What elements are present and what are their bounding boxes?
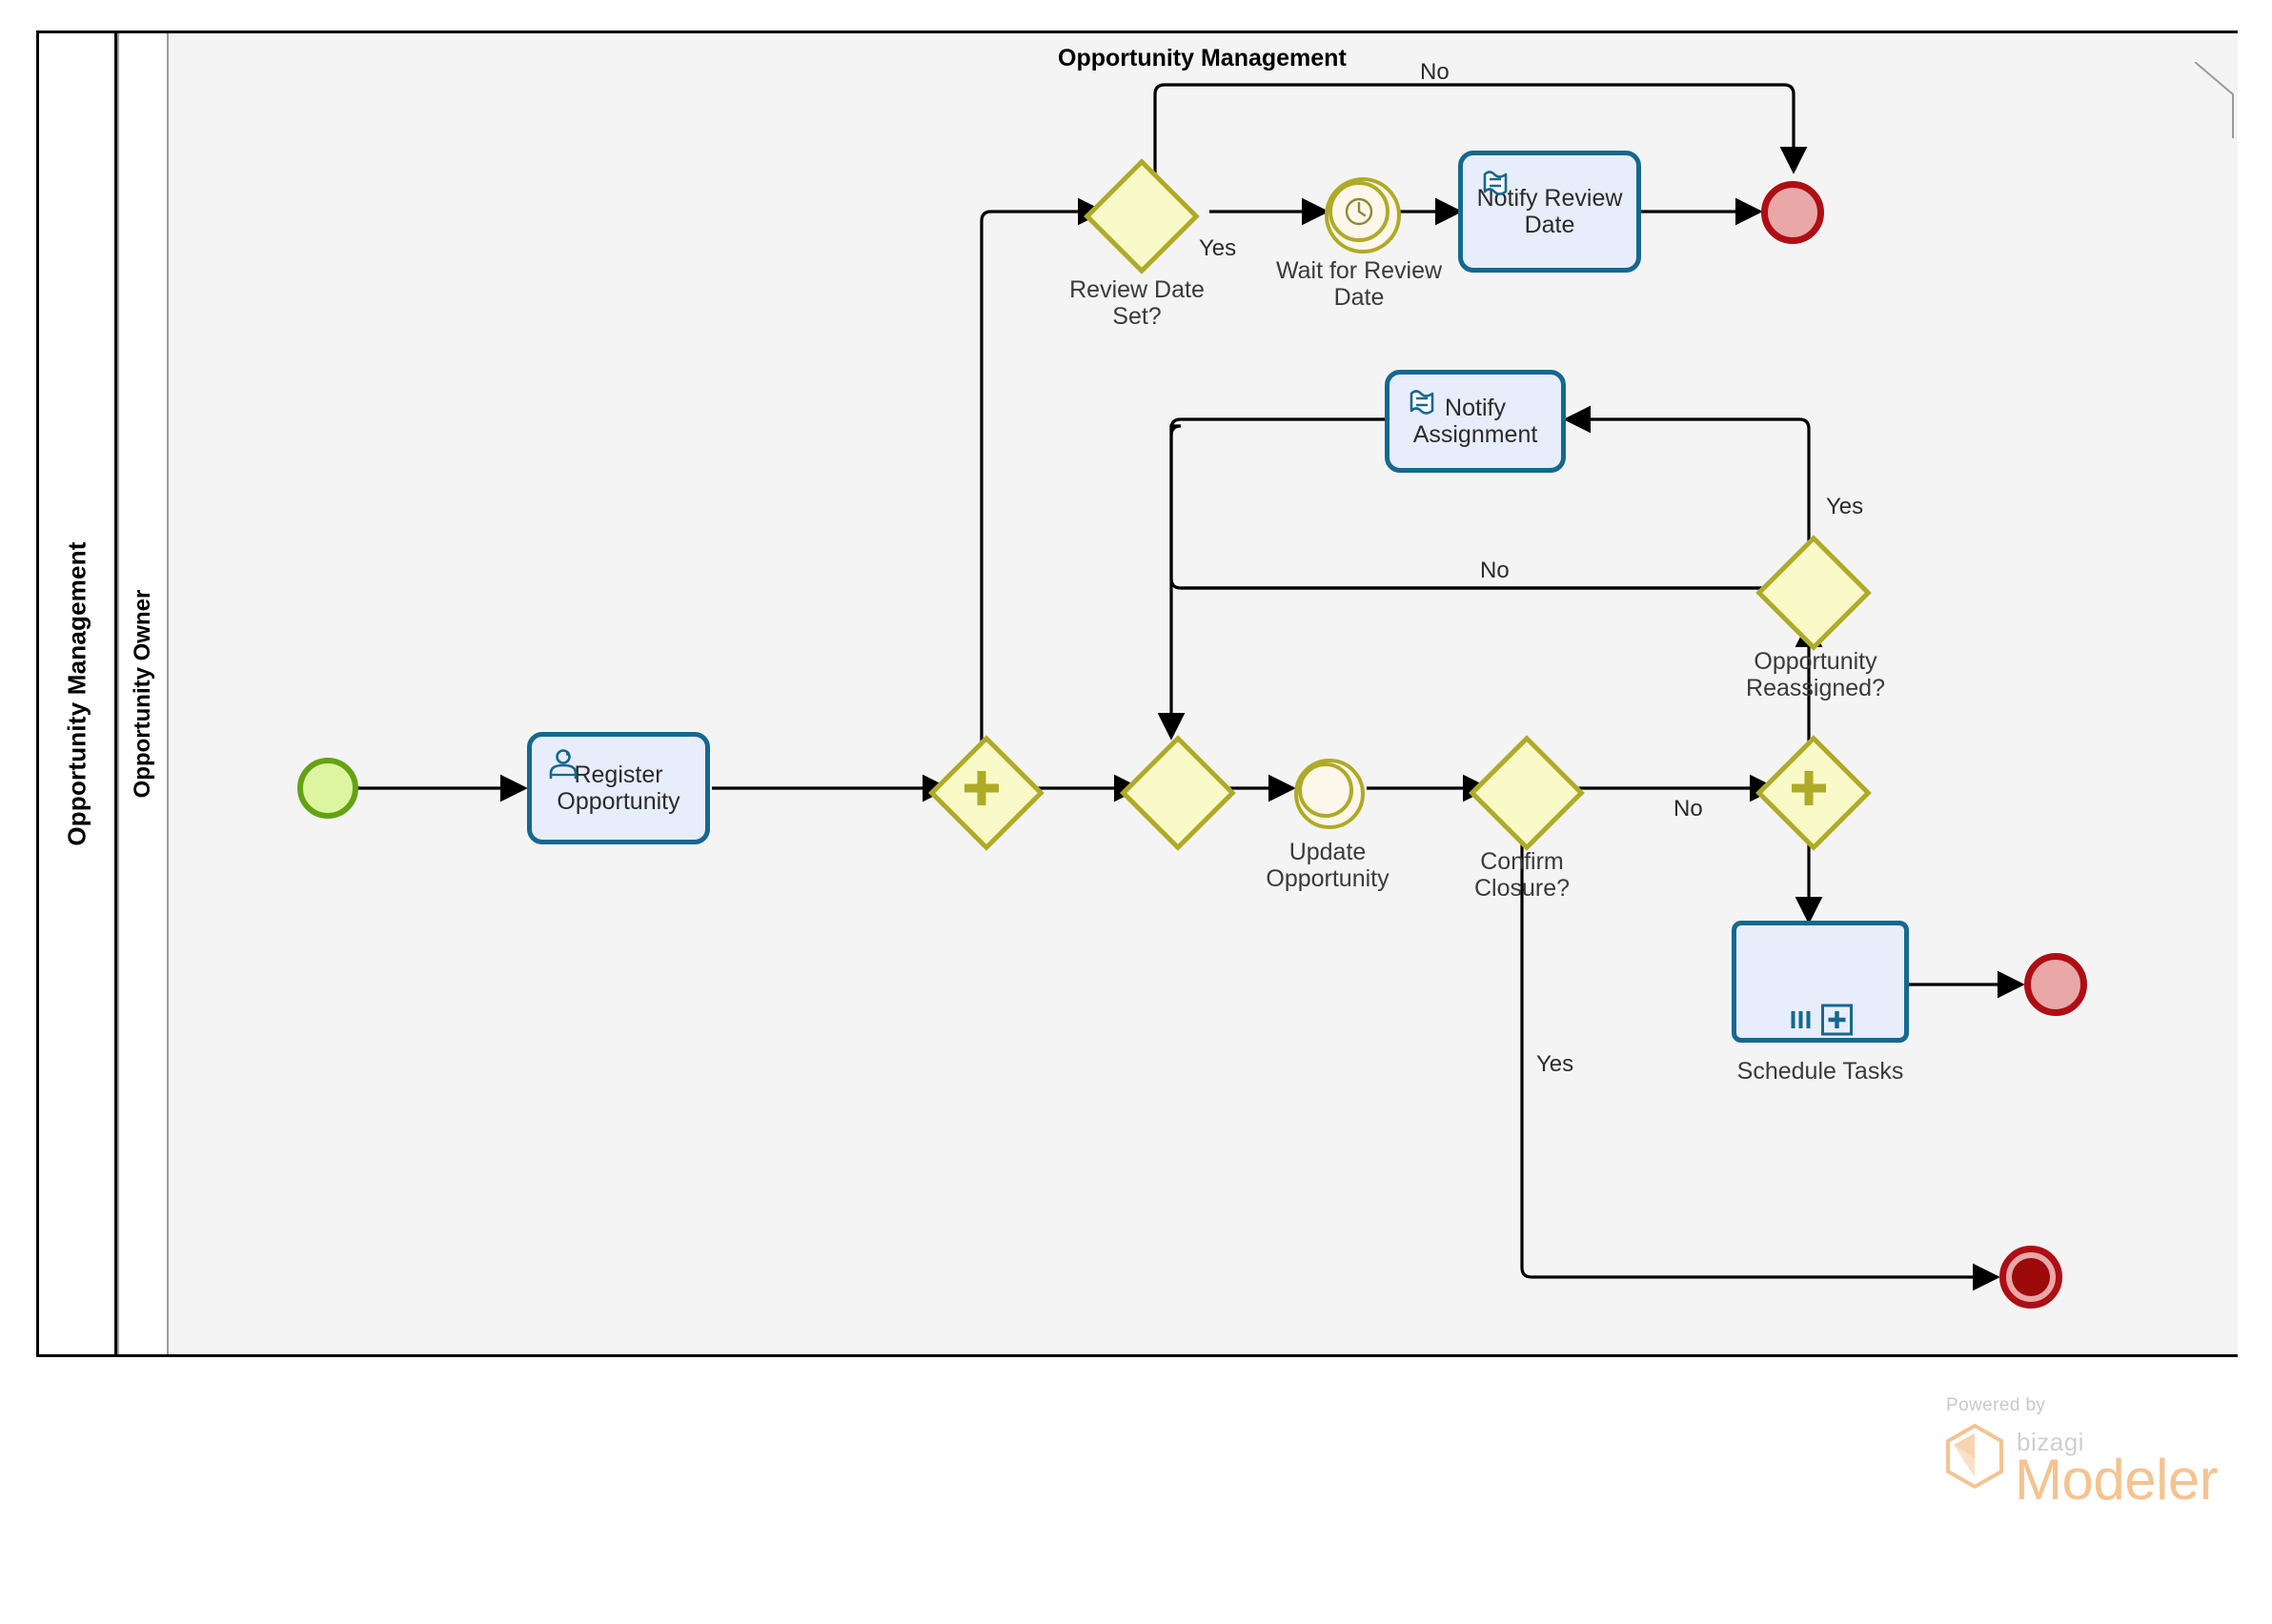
task-register-opportunity[interactable]: Register Opportunity	[527, 732, 710, 844]
watermark-powered-by: Powered by	[1946, 1395, 2046, 1415]
intermediate-event-update-opportunity[interactable]	[1294, 759, 1365, 829]
update-opportunity-label: Update Opportunity	[1266, 839, 1390, 892]
flow-label-closure-no: No	[1674, 796, 1703, 822]
task-notify-assignment[interactable]: Notify Assignment	[1385, 370, 1566, 473]
user-icon	[549, 749, 578, 779]
flow-label-reassigned-yes: Yes	[1826, 494, 1864, 519]
task-notify-review-date[interactable]: Notify Review Date	[1458, 151, 1641, 273]
pool-title: Opportunity Management	[62, 541, 91, 846]
flow-label-reassigned-no: No	[1480, 558, 1510, 583]
pool-fold-corner-icon	[2195, 62, 2234, 138]
subprocess-schedule-tasks-label: Schedule Tasks	[1736, 1058, 1904, 1085]
end-event-review-branch[interactable]	[1761, 181, 1824, 244]
flow-label-closure-yes: Yes	[1536, 1051, 1574, 1077]
plus-icon	[945, 752, 1018, 824]
start-event[interactable]	[297, 758, 358, 819]
timer-event-label: Wait for Review Date	[1275, 257, 1443, 311]
plus-icon	[1773, 752, 1845, 824]
watermark-product: Modeler	[2015, 1448, 2219, 1512]
parallel-multi-instance-icon	[1788, 1004, 1854, 1036]
diagram-title: Opportunity Management	[1058, 45, 1347, 71]
lane-title: Opportunity Owner	[130, 589, 155, 799]
gateway-confirm-closure[interactable]	[1469, 735, 1585, 851]
gateway-confirm-closure-label: Confirm Closure?	[1473, 848, 1571, 902]
subprocess-schedule-tasks[interactable]	[1732, 921, 1909, 1043]
flow-label-review-yes: Yes	[1199, 235, 1237, 261]
terminate-end-event[interactable]	[1999, 1246, 2062, 1309]
gateway-review-date-set-label: Review Date Set?	[1069, 276, 1205, 330]
gateway-opportunity-reassigned-label: Opportunity Reassigned?	[1746, 648, 1885, 701]
timer-intermediate-event-wait-for-review-date[interactable]	[1325, 177, 1401, 254]
gateway-merge[interactable]	[1120, 735, 1236, 851]
bizagi-watermark: Powered by bizagi Modeler	[1935, 1395, 2221, 1512]
gateway-review-date-set[interactable]	[1084, 158, 1200, 274]
clock-icon	[1345, 197, 1373, 226]
bpmn-diagram-canvas: Opportunity Management Opportunity Owner	[0, 0, 2272, 1624]
script-icon	[1483, 171, 1508, 195]
end-event-schedule[interactable]	[2024, 953, 2087, 1016]
pool-header: Opportunity Management	[39, 33, 117, 1354]
gateway-parallel-split[interactable]	[928, 735, 1045, 851]
gateway-opportunity-reassigned[interactable]	[1755, 535, 1872, 651]
lane-body	[169, 33, 2238, 1354]
script-icon	[1410, 390, 1434, 415]
gateway-parallel-join[interactable]	[1755, 735, 1872, 851]
lane-header: Opportunity Owner	[119, 33, 169, 1354]
bizagi-logo-icon	[1946, 1423, 2003, 1490]
flow-label-review-no: No	[1420, 59, 1450, 85]
